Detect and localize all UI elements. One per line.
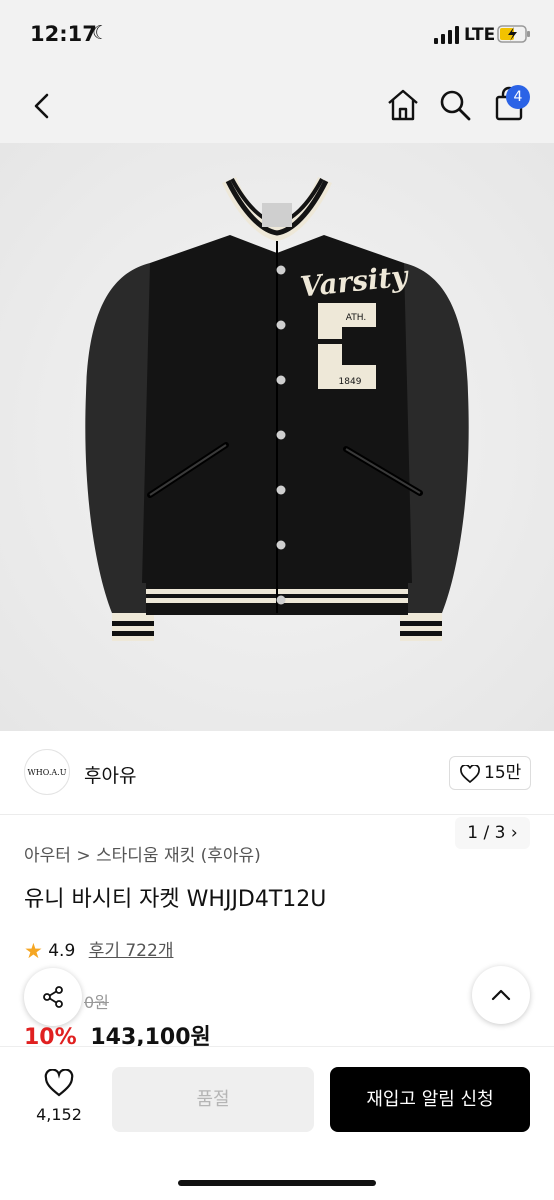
bottom-action-bar: 4,152 품절 재입고 알림 신청 <box>0 1046 554 1200</box>
brand-like-button[interactable]: 15만 <box>449 756 531 790</box>
product-title: 유니 바시티 자켓 WHJJD4T12U <box>24 887 327 912</box>
patch-year: 1849 <box>339 377 362 387</box>
rating-row: ★ 4.9 후기 722개 <box>24 936 173 963</box>
share-button[interactable] <box>24 968 82 1026</box>
battery-charging-icon <box>497 25 530 43</box>
star-icon: ★ <box>24 939 43 963</box>
breadcrumb-stadium-jacket[interactable]: 스타디움 재킷 (후아유) <box>96 846 261 866</box>
status-time: 12:17 <box>30 22 97 46</box>
home-icon[interactable] <box>384 86 422 124</box>
heart-icon <box>460 765 480 783</box>
original-price: 0원 <box>84 993 109 1012</box>
search-icon[interactable] <box>436 86 474 124</box>
home-indicator <box>178 1180 376 1186</box>
brand-like-count: 15만 <box>484 763 522 783</box>
breadcrumb-separator: > <box>76 846 91 866</box>
rating-value: 4.9 <box>48 941 76 961</box>
wishlist-count: 4,152 <box>36 1105 82 1124</box>
restock-alert-button[interactable]: 재입고 알림 신청 <box>330 1067 530 1132</box>
scroll-top-button[interactable] <box>472 966 530 1024</box>
chevron-right-icon: › <box>510 823 518 843</box>
breadcrumb-outer[interactable]: 아우터 <box>24 846 71 866</box>
image-pager[interactable]: 1 / 3 › <box>455 817 530 849</box>
signal-icon <box>434 26 459 44</box>
wishlist-button[interactable]: 4,152 <box>30 1068 88 1124</box>
product-image-gallery[interactable]: Varsity ATH. 1849 1 / 3 › <box>0 143 554 849</box>
heart-outline-icon <box>44 1068 74 1097</box>
breadcrumb: 아우터 > 스타디움 재킷 (후아유) <box>24 841 261 866</box>
status-bar: 12:17 ☾ LTE <box>0 0 554 70</box>
network-label: LTE <box>464 25 496 45</box>
chevron-up-icon <box>491 989 511 1001</box>
top-navigation: 4 <box>0 70 554 143</box>
share-icon <box>43 986 63 1008</box>
pager-label: 1 / 3 <box>467 823 506 843</box>
brand-name[interactable]: 후아유 <box>84 761 136 788</box>
reviews-link[interactable]: 후기 722개 <box>89 941 174 961</box>
moon-icon: ☾ <box>92 22 110 44</box>
cart-count-badge: 4 <box>506 85 530 109</box>
back-arrow-icon[interactable] <box>28 90 56 122</box>
brand-logo[interactable]: WHO.A.U <box>24 749 70 795</box>
soldout-button: 품절 <box>112 1067 314 1132</box>
patch-top: ATH. <box>346 313 366 323</box>
product-image: Varsity ATH. 1849 <box>85 177 469 641</box>
brand-row: WHO.A.U 후아유 15만 <box>0 731 554 815</box>
